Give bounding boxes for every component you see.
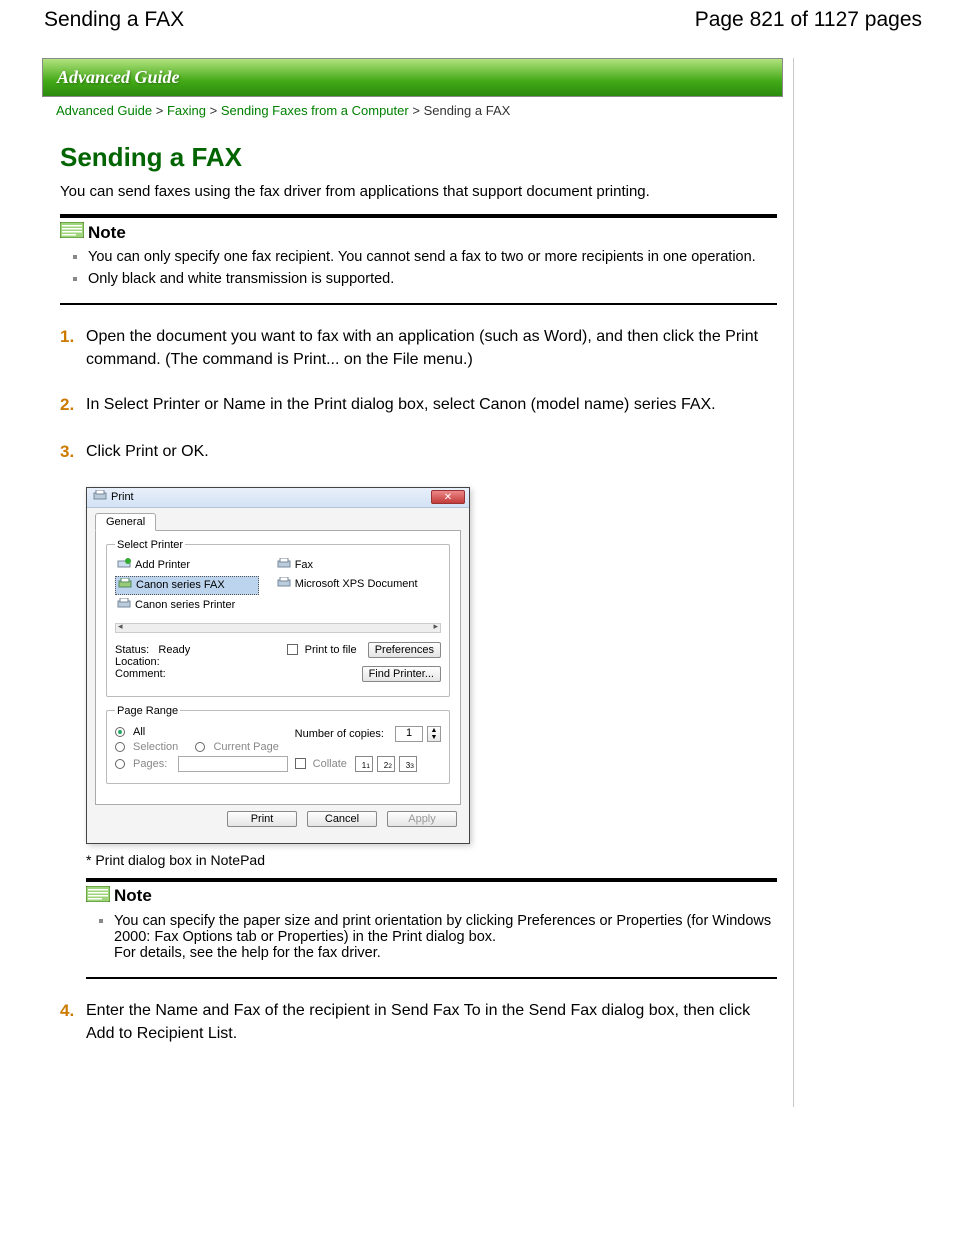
note1-item-0: You can only specify one fax recipient. … xyxy=(88,249,777,265)
collate-checkbox[interactable] xyxy=(295,758,306,769)
step-2-text: In Select Printer or Name in the Print d… xyxy=(86,393,777,418)
note-block-2: Note You can specify the paper size and … xyxy=(86,878,777,979)
breadcrumb-sep: > xyxy=(210,103,218,118)
printer-icon xyxy=(277,558,291,573)
printer-icon xyxy=(277,577,291,592)
note-heading-text: Note xyxy=(114,886,152,906)
radio-selection[interactable] xyxy=(115,742,125,752)
step-3-text: Click Print or OK. xyxy=(86,440,777,465)
preferences-button[interactable]: Preferences xyxy=(368,642,441,658)
find-printer-button[interactable]: Find Printer... xyxy=(362,666,441,682)
radio-pages[interactable] xyxy=(115,759,125,769)
print-button[interactable]: Print xyxy=(227,811,297,827)
cancel-button[interactable]: Cancel xyxy=(307,811,377,827)
printer-ms-xps-label: Microsoft XPS Document xyxy=(295,578,418,590)
printer-icon xyxy=(118,578,132,593)
status-label: Status: xyxy=(115,644,149,656)
printer-list-scrollbar[interactable] xyxy=(115,623,441,633)
comment-label: Comment: xyxy=(115,668,283,680)
step-1-text: Open the document you want to fax with a… xyxy=(86,325,777,371)
step-number-4: 4. xyxy=(60,999,86,1045)
step-number-1: 1. xyxy=(60,325,86,371)
status-value: Ready xyxy=(158,644,190,656)
radio-current-page[interactable] xyxy=(195,742,205,752)
page-title: Sending a FAX xyxy=(60,142,777,173)
copies-value[interactable]: 1 xyxy=(395,726,423,742)
breadcrumb-link-advanced-guide[interactable]: Advanced Guide xyxy=(56,103,152,118)
step-4-text: Enter the Name and Fax of the recipient … xyxy=(86,999,777,1045)
collate-label: Collate xyxy=(313,758,347,770)
radio-pages-label: Pages: xyxy=(133,758,167,770)
breadcrumb-link-sending-from-computer[interactable]: Sending Faxes from a Computer xyxy=(221,103,409,118)
printer-add-label: Add Printer xyxy=(135,559,190,571)
breadcrumb-sep: > xyxy=(412,103,420,118)
printer-canon-series[interactable]: Canon series Printer xyxy=(115,597,259,614)
printer-icon xyxy=(93,490,107,505)
note-icon xyxy=(60,222,88,243)
note-heading-text: Note xyxy=(88,223,126,243)
radio-all[interactable] xyxy=(115,727,125,737)
note-block-1: Note You can only specify one fax recipi… xyxy=(60,214,777,305)
page-range-fieldset: Page Range All Selection Current Page xyxy=(106,705,450,784)
note-icon xyxy=(86,886,114,907)
radio-selection-label: Selection xyxy=(133,741,178,753)
radio-all-label: All xyxy=(133,726,145,738)
printer-icon xyxy=(117,598,131,613)
add-printer-icon xyxy=(117,558,131,573)
printer-add[interactable]: Add Printer xyxy=(115,557,259,574)
printer-ms-xps[interactable]: Microsoft XPS Document xyxy=(275,576,441,593)
guide-banner: Advanced Guide xyxy=(42,58,783,97)
step-number-2: 2. xyxy=(60,393,86,418)
printer-canon-series-label: Canon series Printer xyxy=(135,599,235,611)
dialog-caption: * Print dialog box in NotePad xyxy=(86,852,777,868)
radio-current-page-label: Current Page xyxy=(213,741,278,753)
note2-item-0: You can specify the paper size and print… xyxy=(114,913,777,961)
collate-icon: 112233 xyxy=(355,756,417,772)
breadcrumb-sep: > xyxy=(156,103,164,118)
pages-input[interactable] xyxy=(178,756,288,772)
location-label: Location: xyxy=(115,656,283,668)
print-dialog: Print ✕ General Select Printer Add Print… xyxy=(86,487,470,844)
step-number-3: 3. xyxy=(60,440,86,465)
apply-button[interactable]: Apply xyxy=(387,811,457,827)
copies-spinner[interactable]: ▲▼ xyxy=(427,726,441,742)
breadcrumb-current: Sending a FAX xyxy=(424,103,511,118)
header-left-title: Sending a FAX xyxy=(44,8,184,32)
copies-label: Number of copies: xyxy=(295,728,384,740)
page-range-legend: Page Range xyxy=(115,705,180,717)
tab-general[interactable]: General xyxy=(95,513,156,531)
printer-fax-label: Fax xyxy=(295,559,313,571)
print-to-file-label: Print to file xyxy=(305,644,357,656)
printer-canon-fax[interactable]: Canon series FAX xyxy=(115,576,259,595)
dialog-title: Print xyxy=(111,491,431,503)
close-button[interactable]: ✕ xyxy=(431,490,465,504)
printer-fax[interactable]: Fax xyxy=(275,557,441,574)
select-printer-legend: Select Printer xyxy=(115,539,185,551)
printer-canon-fax-label: Canon series FAX xyxy=(136,579,225,591)
select-printer-fieldset: Select Printer Add Printer Canon series … xyxy=(106,539,450,697)
breadcrumb: Advanced Guide > Faxing > Sending Faxes … xyxy=(44,97,783,124)
intro-text: You can send faxes using the fax driver … xyxy=(60,183,777,200)
print-to-file-checkbox[interactable] xyxy=(287,644,298,655)
header-page-indicator: Page 821 of 1127 pages xyxy=(695,8,922,32)
note1-item-1: Only black and white transmission is sup… xyxy=(88,271,777,287)
breadcrumb-link-faxing[interactable]: Faxing xyxy=(167,103,206,118)
